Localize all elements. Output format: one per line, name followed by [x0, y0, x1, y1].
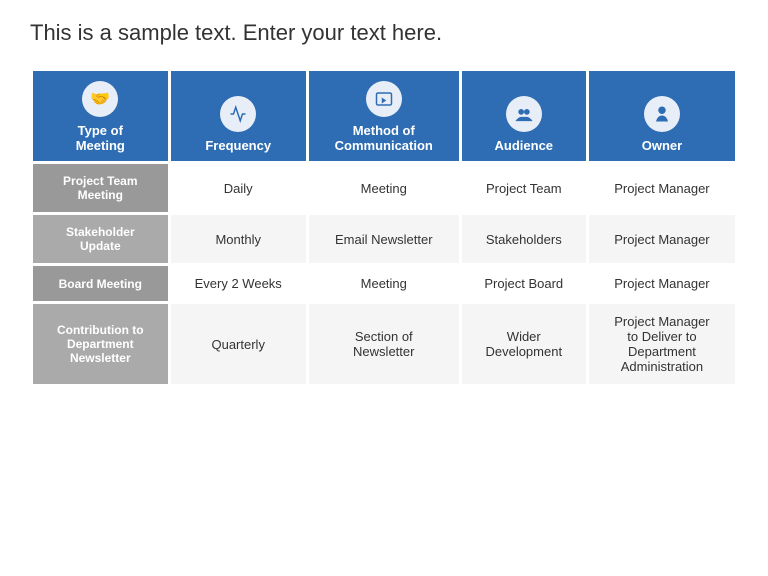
- cell-method: Section of Newsletter: [309, 304, 459, 384]
- cell-audience: Project Board: [462, 266, 586, 301]
- heading: This is a sample text. Enter your text h…: [30, 20, 738, 46]
- cell-owner: Project Manager: [589, 266, 735, 301]
- cell-method: Email Newsletter: [309, 215, 459, 263]
- cell-type: Project Team Meeting: [33, 164, 168, 212]
- type-icon: 🤝: [82, 81, 118, 117]
- cell-owner: Project Manager: [589, 215, 735, 263]
- table-row: Project Team MeetingDailyMeetingProject …: [33, 164, 735, 212]
- table-row: Stakeholder UpdateMonthlyEmail Newslette…: [33, 215, 735, 263]
- cell-type: Board Meeting: [33, 266, 168, 301]
- cell-frequency: Quarterly: [171, 304, 306, 384]
- owner-icon: [644, 96, 680, 132]
- cell-frequency: Monthly: [171, 215, 306, 263]
- cell-frequency: Daily: [171, 164, 306, 212]
- cell-audience: Wider Development: [462, 304, 586, 384]
- col-frequency: Frequency: [171, 71, 306, 161]
- table-row: Board MeetingEvery 2 WeeksMeetingProject…: [33, 266, 735, 301]
- frequency-icon: [220, 96, 256, 132]
- cell-audience: Stakeholders: [462, 215, 586, 263]
- table-row: Contribution to Department NewsletterQua…: [33, 304, 735, 384]
- cell-type: Contribution to Department Newsletter: [33, 304, 168, 384]
- cell-owner: Project Manager to Deliver to Department…: [589, 304, 735, 384]
- method-icon: [366, 81, 402, 117]
- col-owner: Owner: [589, 71, 735, 161]
- col-method: Method of Communication: [309, 71, 459, 161]
- cell-owner: Project Manager: [589, 164, 735, 212]
- cell-frequency: Every 2 Weeks: [171, 266, 306, 301]
- col-audience: Audience: [462, 71, 586, 161]
- col-type: 🤝 Type of Meeting: [33, 71, 168, 161]
- communication-table: 🤝 Type of Meeting Frequency: [30, 68, 738, 387]
- cell-method: Meeting: [309, 164, 459, 212]
- audience-icon: [506, 96, 542, 132]
- table-header-row: 🤝 Type of Meeting Frequency: [33, 71, 735, 161]
- cell-type: Stakeholder Update: [33, 215, 168, 263]
- cell-method: Meeting: [309, 266, 459, 301]
- cell-audience: Project Team: [462, 164, 586, 212]
